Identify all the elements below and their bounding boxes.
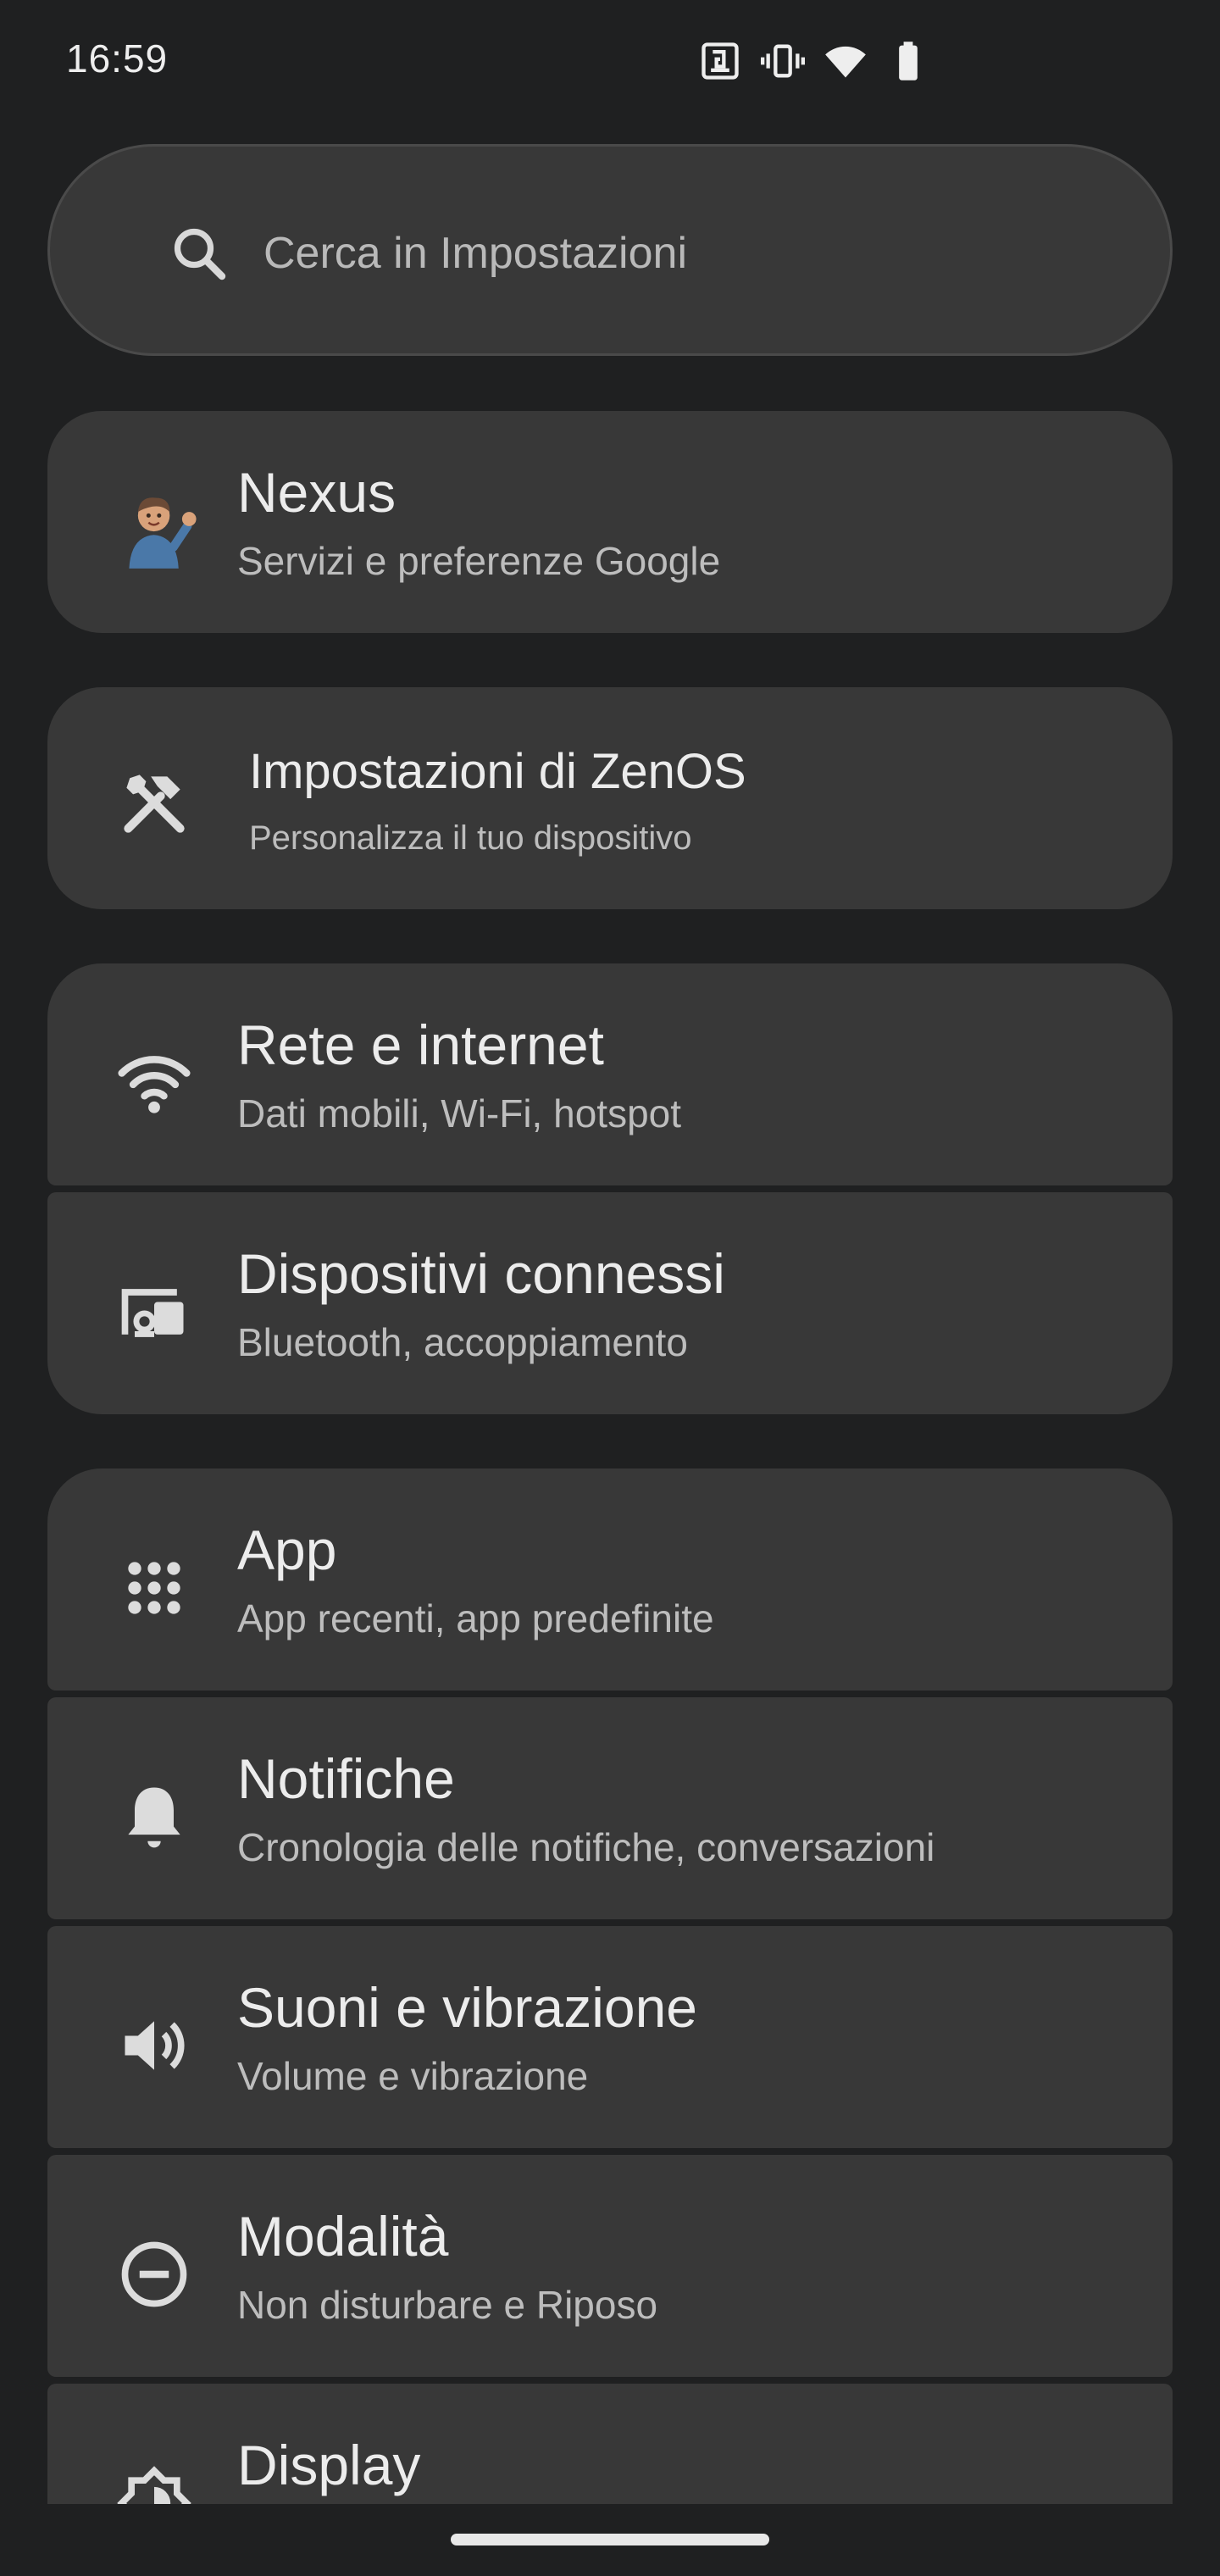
wifi-icon: 6 <box>825 46 866 81</box>
item-subtitle: Personalizza il tuo dispositivo <box>249 819 692 857</box>
item-title: Nexus <box>237 461 396 524</box>
bell-icon <box>128 1787 180 1848</box>
item-title: Display <box>237 2434 421 2496</box>
status-bar: 16:59 6 <box>0 0 1220 119</box>
search-bar[interactable]: Cerca in Impostazioni <box>47 144 1173 356</box>
item-subtitle: Non disturbare e Riposo <box>237 2283 658 2327</box>
svg-text:6: 6 <box>854 69 861 81</box>
settings-item-notifications[interactable]: Notifiche Cronologia delle notifiche, co… <box>47 1697 1173 1919</box>
tools-icon <box>124 774 185 833</box>
item-title: App <box>237 1518 337 1581</box>
search-placeholder: Cerca in Impostazioni <box>263 229 687 278</box>
item-title: Rete e internet <box>237 1013 604 1076</box>
settings-item-sound[interactable]: Suoni e vibrazione Volume e vibrazione <box>47 1926 1173 2148</box>
settings-item-display[interactable]: Display <box>47 2384 1173 2504</box>
do-not-disturb-icon <box>121 2241 187 2307</box>
settings-item-zenos[interactable]: Impostazioni di ZenOS Personalizza il tu… <box>47 687 1173 909</box>
item-title: Impostazioni di ZenOS <box>249 744 746 799</box>
brightness-icon <box>117 2466 191 2504</box>
item-subtitle: App recenti, app predefinite <box>237 1596 714 1641</box>
item-subtitle: Cronologia delle notifiche, conversazion… <box>237 1825 935 1869</box>
settings-item-connected-devices[interactable]: Dispositivi connessi Bluetooth, accoppia… <box>47 1192 1173 1414</box>
settings-item-apps[interactable]: App App recenti, app predefinite <box>47 1468 1173 1690</box>
connected-devices-icon <box>121 1289 184 1337</box>
item-title: Suoni e vibrazione <box>237 1976 698 2039</box>
settings-screen: 16:59 6 Cerca in Impostazioni Nexus Serv… <box>0 0 1220 2504</box>
item-title: Modalità <box>237 2205 449 2268</box>
item-subtitle: Dati mobili, Wi-Fi, hotspot <box>237 1091 682 1135</box>
item-subtitle: Volume e vibrazione <box>237 2054 589 2098</box>
item-subtitle: Bluetooth, accoppiamento <box>237 1320 688 1364</box>
settings-item-network[interactable]: Rete e internet Dati mobili, Wi-Fi, hots… <box>47 963 1173 1185</box>
nfc-icon <box>702 42 739 80</box>
battery-icon <box>899 42 918 80</box>
apps-grid-icon <box>128 1562 180 1614</box>
search-icon <box>174 228 226 280</box>
status-time: 16:59 <box>66 36 169 80</box>
item-subtitle: Servizi e preferenze Google <box>237 539 721 583</box>
avatar <box>129 497 197 569</box>
vibrate-icon <box>761 44 805 78</box>
item-title: Dispositivi connessi <box>237 1242 725 1305</box>
wifi-icon <box>118 1056 191 1113</box>
volume-icon <box>125 2021 185 2070</box>
settings-item-nexus[interactable]: Nexus Servizi e preferenze Google <box>47 411 1173 633</box>
item-title: Notifiche <box>237 1747 455 1810</box>
home-indicator[interactable] <box>451 2534 769 2545</box>
settings-item-modes[interactable]: Modalità Non disturbare e Riposo <box>47 2155 1173 2377</box>
status-icons: 6 <box>698 37 930 85</box>
